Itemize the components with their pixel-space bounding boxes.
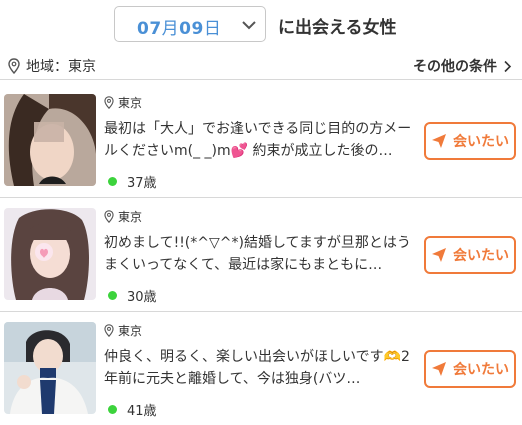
profile-message: 仲良く、明るく、楽しい出会いがほしいです🫶2年前に元夫と離婚して、今は独身(バツ… [104, 349, 410, 387]
online-status-dot [108, 291, 117, 300]
location-text: 東京 [118, 210, 143, 224]
profile-list: 東京 最初は「大人」でお逢いできる同じ目的の方メールくださいm(_ _)m💕 約… [0, 84, 522, 425]
profile-age: 41歳 [108, 400, 157, 419]
online-status-dot [108, 405, 117, 414]
profile-location: 東京 [104, 94, 142, 111]
profile-message: 最初は「大人」でお逢いできる同じ目的の方メールくださいm(_ _)m💕 約束が成… [104, 121, 412, 159]
map-pin-icon [104, 210, 114, 223]
profile-age: 30歳 [108, 286, 157, 305]
other-conditions-link[interactable]: その他の条件 [413, 56, 512, 76]
filter-bar: 地域：東京 その他の条件 [0, 52, 522, 80]
date-day: 09 [179, 19, 204, 39]
age-text: 30歳 [127, 290, 157, 305]
region-label: 地域：東京 [26, 59, 96, 75]
want-to-meet-label: 会いたい [453, 248, 509, 264]
profile-card[interactable]: 東京 仲良く、明るく、楽しい出会いがほしいです🫶2年前に元夫と離婚して、今は独身… [0, 312, 522, 425]
date-value: 07月09日 [137, 14, 221, 39]
want-to-meet-button[interactable]: 会いたい [424, 122, 516, 160]
paper-plane-icon [432, 248, 446, 262]
profile-age: 37歳 [108, 172, 157, 191]
age-text: 41歳 [127, 404, 157, 419]
profile-card[interactable]: 東京 初めまして!!(*^▽^*)結婚してますが旦那とはうまくいってなくて、最近… [0, 198, 522, 312]
online-status-dot [108, 177, 117, 186]
chevron-down-icon [242, 21, 256, 30]
want-to-meet-button[interactable]: 会いたい [424, 350, 516, 388]
profile-location: 東京 [104, 208, 142, 225]
region-filter[interactable]: 地域：東京 [8, 56, 96, 76]
chevron-right-icon [504, 60, 512, 72]
paper-plane-icon [432, 362, 446, 376]
want-to-meet-button[interactable]: 会いたい [424, 236, 516, 274]
date-month-unit: 月 [161, 19, 180, 39]
other-conditions-label: その他の条件 [413, 59, 497, 75]
want-to-meet-label: 会いたい [453, 362, 509, 378]
map-pin-icon [104, 324, 114, 337]
profile-photo[interactable] [4, 322, 96, 414]
location-text: 東京 [118, 324, 143, 338]
want-to-meet-label: 会いたい [453, 134, 509, 150]
age-text: 37歳 [127, 176, 157, 191]
header: 07月09日 に出会える女性 [0, 0, 522, 48]
map-pin-icon [8, 58, 20, 74]
paper-plane-icon [432, 134, 446, 148]
profile-photo[interactable] [4, 94, 96, 186]
profile-message: 初めまして!!(*^▽^*)結婚してますが旦那とはうまくいってなくて、最近は家に… [104, 235, 411, 273]
profile-location: 東京 [104, 322, 142, 339]
date-day-unit: 日 [203, 19, 222, 39]
map-pin-icon [104, 96, 114, 109]
profile-card[interactable]: 東京 最初は「大人」でお逢いできる同じ目的の方メールくださいm(_ _)m💕 約… [0, 84, 522, 198]
profile-photo[interactable] [4, 208, 96, 300]
location-text: 東京 [118, 96, 143, 110]
date-month: 07 [137, 19, 162, 39]
page-title: に出会える女性 [278, 18, 397, 38]
date-select[interactable]: 07月09日 [114, 6, 266, 42]
